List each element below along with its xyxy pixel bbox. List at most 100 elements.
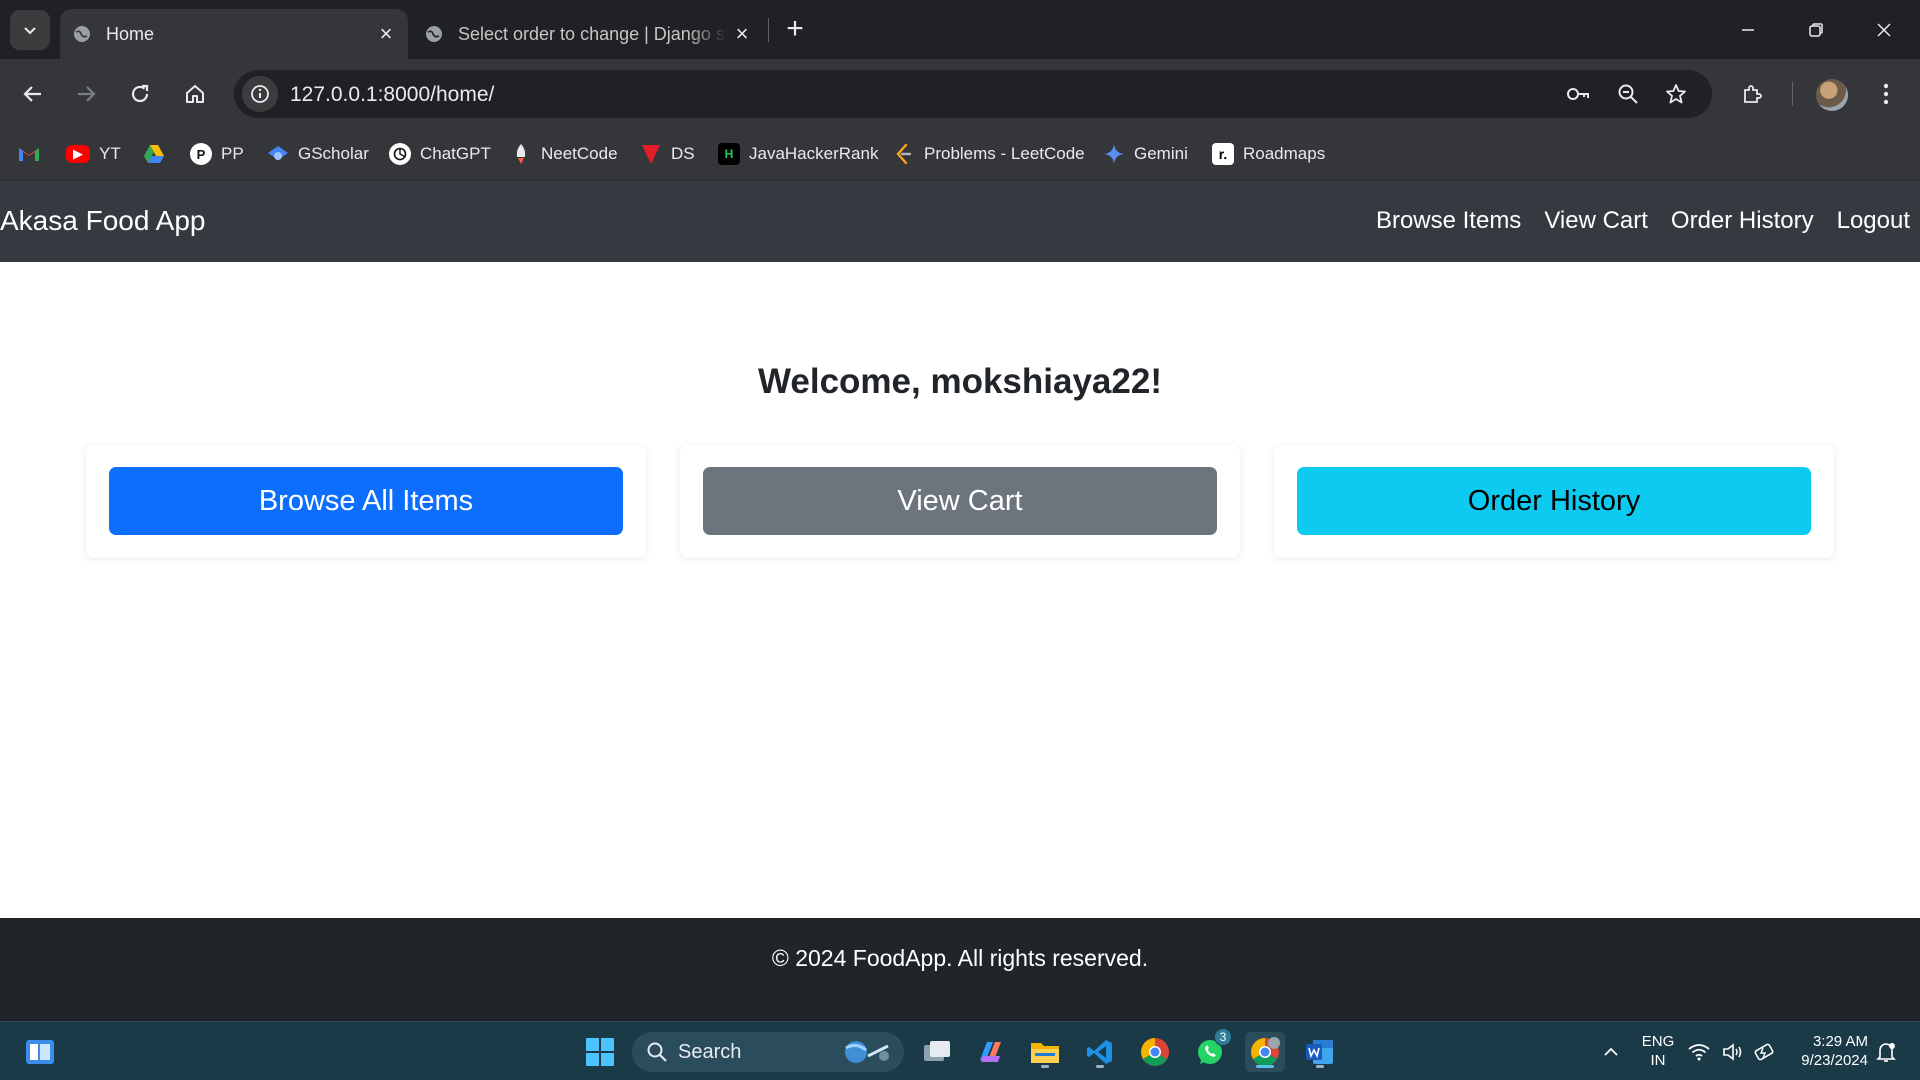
bookmark-label: Gemini [1134,144,1188,163]
nav-logout[interactable]: Logout [1837,207,1910,235]
zoom-icon[interactable] [1614,80,1642,108]
site-info-button[interactable] [242,76,278,112]
bookmark-label: ChatGPT [420,144,491,163]
file-explorer-button[interactable] [1025,1032,1065,1072]
reload-icon [131,84,149,103]
restore-button[interactable] [1782,0,1850,59]
bookmark-label: JavaHackerRank [749,144,879,163]
tab-title: Select order to change | Django site adm… [458,23,728,44]
copilot-icon [980,1042,1001,1062]
browse-card: Browse All Items [86,445,646,558]
back-button[interactable] [13,74,53,114]
running-indicator [1041,1065,1049,1068]
bookmark-ds[interactable]: DS [640,139,695,169]
arrow-left-icon [23,86,41,102]
leetcode-icon [893,143,915,165]
language-indicator[interactable]: ENG IN [1640,1032,1676,1070]
url-text[interactable]: 127.0.0.1:8000/home/ [290,83,494,107]
home-button[interactable] [175,74,215,114]
profile-avatar[interactable] [1816,79,1848,111]
bookmark-star-icon[interactable] [1662,80,1690,108]
bookmark-roadmaps[interactable]: r. Roadmaps [1212,139,1325,169]
clock-time: 3:29 AM [1812,1033,1868,1050]
info-icon [251,85,269,103]
minimize-button[interactable] [1714,0,1782,59]
puzzle-icon [1744,85,1762,103]
vscode-button[interactable] [1080,1032,1120,1072]
task-view-button[interactable] [917,1032,957,1072]
welcome-heading: Welcome, mokshiaya22! [758,362,1162,401]
notification-badge: 3 [1214,1028,1232,1046]
gmail-icon [18,143,40,165]
bookmark-neetcode[interactable]: NeetCode [510,139,618,169]
taskbar-search[interactable]: Search [632,1032,904,1072]
password-key-icon[interactable] [1564,80,1592,108]
tab-search-button[interactable] [10,10,50,50]
battery-icon[interactable] [1752,1032,1778,1072]
show-hidden-icons-button[interactable] [1591,1032,1631,1072]
close-tab-icon[interactable]: × [372,20,400,48]
arrow-right-icon [78,86,96,102]
active-indicator [1256,1065,1274,1068]
view-cart-button[interactable]: View Cart [703,467,1217,535]
nav-order-history[interactable]: Order History [1671,207,1814,235]
extensions-button[interactable] [1733,74,1773,114]
search-highlight-icon [845,1041,889,1063]
start-button[interactable] [580,1032,620,1072]
bookmark-javahackerrank[interactable]: H JavaHackerRank [718,139,878,169]
vscode-icon [1087,1040,1112,1064]
bookmark-leetcode[interactable]: Problems - LeetCode [893,139,1085,169]
notifications-button[interactable] [1872,1032,1900,1072]
home-icon [186,85,204,103]
app-brand[interactable]: Akasa Food App [0,205,205,237]
restore-icon [1809,22,1823,37]
browser-tab-strip: Home × Select order to change | Django s… [0,0,1920,59]
language-code: ENG [1641,1033,1675,1050]
clock[interactable]: 3:29 AM 9/23/2024 [1788,1032,1868,1070]
close-tab-icon[interactable]: × [728,20,756,48]
menu-button[interactable] [1866,74,1906,114]
ds-logo-icon [640,143,662,165]
windows-logo-icon [586,1038,614,1066]
bookmark-drive[interactable] [143,139,174,169]
nav-view-cart[interactable]: View Cart [1544,207,1648,235]
bookmark-gscholar[interactable]: GScholar [267,139,369,169]
google-drive-icon [143,143,165,165]
chrome-profile-button[interactable] [1245,1032,1285,1072]
order-history-button[interactable]: Order History [1297,467,1811,535]
tab-django-admin[interactable]: Select order to change | Django site adm… [412,9,764,59]
wifi-icon[interactable] [1686,1032,1712,1072]
tab-home[interactable]: Home × [60,9,408,59]
nav-browse-items[interactable]: Browse Items [1376,207,1521,235]
bookmark-gmail[interactable] [18,139,49,169]
folder-icon [1031,1043,1059,1063]
bookmark-yt[interactable]: ▶ YT [66,139,121,169]
bookmarks-bar: ▶ YT P PP GScholar ChatGPT NeetCode DS H [0,129,1920,181]
forward-button[interactable] [66,74,106,114]
close-icon [1877,22,1891,37]
bookmark-chatgpt[interactable]: ChatGPT [389,139,491,169]
copilot-button[interactable] [971,1032,1011,1072]
volume-icon[interactable] [1720,1032,1746,1072]
youtube-icon: ▶ [66,145,90,163]
bookmark-label: DS [671,144,695,163]
copyright-text: © 2024 FoodApp. All rights reserved. [771,945,1149,971]
chrome-profile-icon [1251,1037,1280,1066]
bookmark-label: Problems - LeetCode [924,144,1085,163]
bookmark-pp[interactable]: P PP [190,139,244,169]
close-window-button[interactable] [1850,0,1918,59]
bookmark-gemini[interactable]: Gemini [1103,139,1188,169]
whatsapp-button[interactable]: 3 [1190,1028,1232,1072]
address-bar[interactable]: 127.0.0.1:8000/home/ [234,70,1712,118]
chatgpt-icon [389,143,411,165]
chrome-button[interactable] [1135,1032,1175,1072]
roadmaps-icon: r. [1212,143,1234,165]
reload-button[interactable] [120,74,160,114]
word-button[interactable] [1300,1032,1340,1072]
bookmark-label: Roadmaps [1243,144,1326,163]
widgets-button[interactable] [20,1032,60,1072]
cart-card: View Cart [680,445,1240,558]
toolbar-divider [1792,82,1793,106]
browse-all-items-button[interactable]: Browse All Items [109,467,623,535]
new-tab-button[interactable]: + [778,12,812,46]
